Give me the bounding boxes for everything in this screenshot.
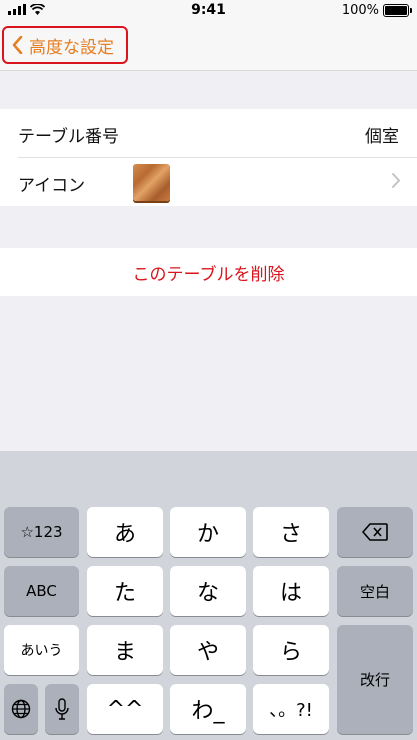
key-a[interactable]: あ xyxy=(87,507,163,557)
key-ta[interactable]: た xyxy=(87,566,163,616)
globe-icon xyxy=(11,699,31,719)
table-number-row[interactable]: テーブル番号 個室 xyxy=(18,109,417,158)
key-ka[interactable]: か xyxy=(170,507,246,557)
key-dakuten[interactable]: ^^ xyxy=(87,684,163,734)
key-ya[interactable]: や xyxy=(170,625,246,675)
space-key[interactable]: 空白 xyxy=(337,566,413,616)
key-ra[interactable]: ら xyxy=(253,625,329,675)
return-key[interactable]: 改行 xyxy=(337,625,413,734)
chevron-right-icon xyxy=(392,173,401,188)
table-number-label: テーブル番号 xyxy=(18,127,119,147)
globe-key[interactable] xyxy=(4,684,38,734)
table-number-value: 個室 xyxy=(365,127,399,147)
microphone-key[interactable] xyxy=(45,684,79,734)
back-button[interactable]: 高度な設定 xyxy=(2,26,128,64)
key-ha[interactable]: は xyxy=(253,566,329,616)
key-symbols[interactable]: ☆123 xyxy=(4,507,79,557)
battery-group: 100% xyxy=(341,3,412,18)
key-sa[interactable]: さ xyxy=(253,507,329,557)
icon-row-label: アイコン xyxy=(18,176,86,196)
japanese-kana-keyboard: ☆123 あ か さ ABC た な は 空白 あいう ま や ら 改行 ^^ … xyxy=(0,451,417,740)
back-button-label: 高度な設定 xyxy=(29,37,114,58)
delete-section: このテーブルを削除 xyxy=(0,248,417,296)
icon-row[interactable]: アイコン xyxy=(18,158,417,206)
battery-icon xyxy=(383,4,412,17)
key-na[interactable]: な xyxy=(170,566,246,616)
navigation-bar: 高度な設定 xyxy=(0,22,417,71)
key-abc[interactable]: ABC xyxy=(4,566,79,616)
microphone-icon xyxy=(55,698,69,720)
delete-table-button[interactable]: このテーブルを削除 xyxy=(0,248,417,296)
key-punctuation[interactable]: 、。?! xyxy=(253,684,329,734)
key-ma[interactable]: ま xyxy=(87,625,163,675)
key-wa[interactable]: わ_ xyxy=(170,684,246,734)
wood-table-icon xyxy=(133,164,170,201)
status-bar: 9:41 100% xyxy=(0,0,417,22)
battery-percent: 100% xyxy=(341,3,379,18)
key-kana-switch[interactable]: あいう xyxy=(4,625,79,675)
backspace-icon xyxy=(362,523,388,541)
chevron-left-icon xyxy=(12,36,23,54)
delete-key[interactable] xyxy=(337,507,413,557)
table-settings-section: テーブル番号 個室 アイコン xyxy=(0,109,417,206)
